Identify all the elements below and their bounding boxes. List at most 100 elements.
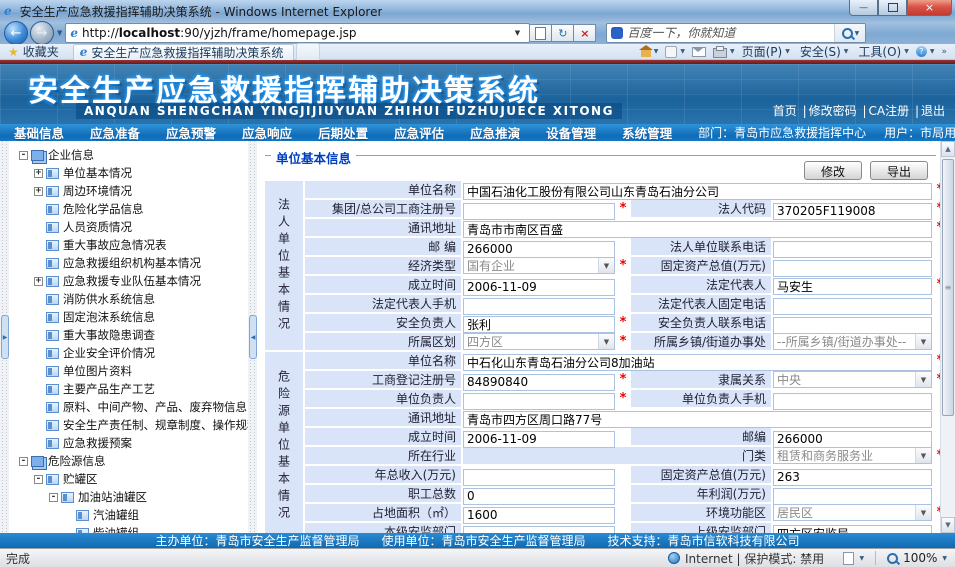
form-action-button[interactable]: 修改 [804,161,862,180]
tree-toggle[interactable]: + [34,169,43,178]
tree-item[interactable]: - 加油站油罐区 [9,488,248,506]
tree-item[interactable]: + 应急救援专业队伍基本情况 [9,272,248,290]
forward-button[interactable]: → [30,21,54,45]
help-button[interactable]: ?▼ [916,46,935,57]
form-input[interactable] [773,317,932,334]
form-select[interactable]: --所属乡镇/街道办事处--▼ [773,333,932,350]
vertical-scrollbar[interactable]: ▲ ≡ ▼ [940,141,955,533]
form-input[interactable] [463,507,615,524]
form-input[interactable] [773,203,932,220]
form-input[interactable] [773,393,932,410]
tree-item[interactable]: 应急救援组织机构基本情况 [9,254,248,272]
new-tab-button[interactable] [296,43,320,60]
tree-item[interactable]: + 周边环境情况 [9,182,248,200]
form-input[interactable] [773,488,932,505]
form-select[interactable]: 中央▼ [773,371,932,388]
form-input[interactable] [463,411,932,428]
tree-item[interactable]: 消防供水系统信息 [9,290,248,308]
header-link[interactable]: 修改密码 [797,104,857,118]
select-arrow-icon[interactable]: ▼ [598,334,614,349]
tree-toggle[interactable]: + [34,187,43,196]
nav-item[interactable]: 应急推演 [470,123,520,142]
form-input[interactable] [463,488,615,505]
protected-mode-icon[interactable] [843,552,854,565]
tree-toggle[interactable]: - [19,151,28,160]
tree-item[interactable]: 人员资质情况 [9,218,248,236]
form-select[interactable]: 居民区▼ [773,504,932,521]
left-splitter[interactable]: ▶ [0,141,9,533]
form-input[interactable] [463,241,615,258]
compatibility-view-button[interactable] [530,24,552,42]
tree-item[interactable]: 重大事故隐患调查 [9,326,248,344]
command-menu-item[interactable]: 工具(O)▼ [858,43,908,60]
nav-item[interactable]: 应急响应 [242,123,292,142]
tree-item[interactable]: - 贮罐区 [9,470,248,488]
tree-item[interactable]: 企业安全评价情况 [9,344,248,362]
scrollbar-thumb[interactable]: ≡ [942,159,954,416]
form-input[interactable] [463,203,615,220]
browser-tab[interactable]: e 安全生产应急救援指挥辅助决策系统 [73,44,295,60]
search-input[interactable] [627,26,834,40]
tree-item[interactable]: 应急救援预案 [9,434,248,452]
form-input[interactable] [773,260,932,277]
form-input[interactable] [463,298,615,315]
favorites-star-icon[interactable]: ★ [8,45,19,59]
tree-item[interactable]: 安全生产责任制、规章制度、操作规程信息 [9,416,248,434]
header-link[interactable]: 退出 [909,104,945,118]
feeds-button[interactable]: ▼ [665,46,685,58]
command-menu-item[interactable]: 页面(P)▼ [742,43,790,60]
form-input[interactable] [463,316,615,333]
form-action-button[interactable]: 导出 [870,161,928,180]
back-button[interactable]: ← [4,21,28,45]
command-menu-item[interactable]: 安全(S)▼ [800,43,849,60]
form-select[interactable]: 租赁和商务服务业▼ [773,447,932,464]
tree-toggle[interactable]: - [34,475,43,484]
scrollbar-track[interactable]: ≡ [941,157,955,517]
tree-item[interactable]: 汽油罐组 [9,506,248,524]
tree-item[interactable]: 危险化学品信息 [9,200,248,218]
header-link[interactable]: 首页 [773,104,797,118]
tree-item[interactable]: 重大事故应急情况表 [9,236,248,254]
zoom-dropdown-icon[interactable]: ▼ [942,555,947,562]
nav-item[interactable]: 设备管理 [546,123,596,142]
tree-item[interactable]: 原料、中间产物、产品、废弃物信息 [9,398,248,416]
close-button[interactable]: × [907,0,952,16]
select-arrow-icon[interactable]: ▼ [915,372,931,387]
form-input[interactable] [773,241,932,258]
form-select[interactable]: 四方区▼ [463,333,615,350]
address-dropdown-icon[interactable]: ▼ [509,29,525,37]
zoom-icon[interactable] [887,553,898,564]
read-mail-button[interactable] [692,47,706,57]
tree-item[interactable]: - 危险源信息 [9,452,248,470]
protected-mode-dropdown-icon[interactable]: ▼ [859,555,864,562]
nav-item[interactable]: 应急评估 [394,123,444,142]
tree-toggle[interactable]: + [34,277,43,286]
form-input[interactable] [773,431,932,448]
maximize-button[interactable] [878,0,907,16]
scroll-down-icon[interactable]: ▼ [941,517,955,533]
scroll-up-icon[interactable]: ▲ [941,141,955,157]
nav-item[interactable]: 基础信息 [14,123,64,142]
refresh-button[interactable]: ↻ [552,24,574,42]
form-input[interactable] [773,278,932,295]
form-input[interactable] [773,298,932,315]
print-button[interactable]: ▼ [713,46,735,58]
select-arrow-icon[interactable]: ▼ [598,258,614,273]
tree-toggle[interactable]: - [19,457,28,466]
history-dropdown-icon[interactable]: ▼ [57,29,62,37]
right-splitter[interactable]: ◀ [248,141,257,533]
tree-item[interactable]: 主要产品生产工艺 [9,380,248,398]
address-field[interactable]: e http://localhost:90/yjzh/frame/homepag… [65,23,530,43]
nav-item[interactable]: 应急准备 [90,123,140,142]
form-input[interactable] [463,354,932,371]
nav-item[interactable]: 系统管理 [622,123,672,142]
form-input[interactable] [463,393,615,410]
stop-button[interactable]: × [574,24,596,42]
nav-item[interactable]: 应急预警 [166,123,216,142]
select-arrow-icon[interactable]: ▼ [915,505,931,520]
form-input[interactable] [773,469,932,486]
search-button[interactable]: ▼ [834,24,865,42]
form-input[interactable] [463,221,932,238]
header-link[interactable]: CA注册 [857,104,909,118]
tree-toggle[interactable]: - [49,493,58,502]
